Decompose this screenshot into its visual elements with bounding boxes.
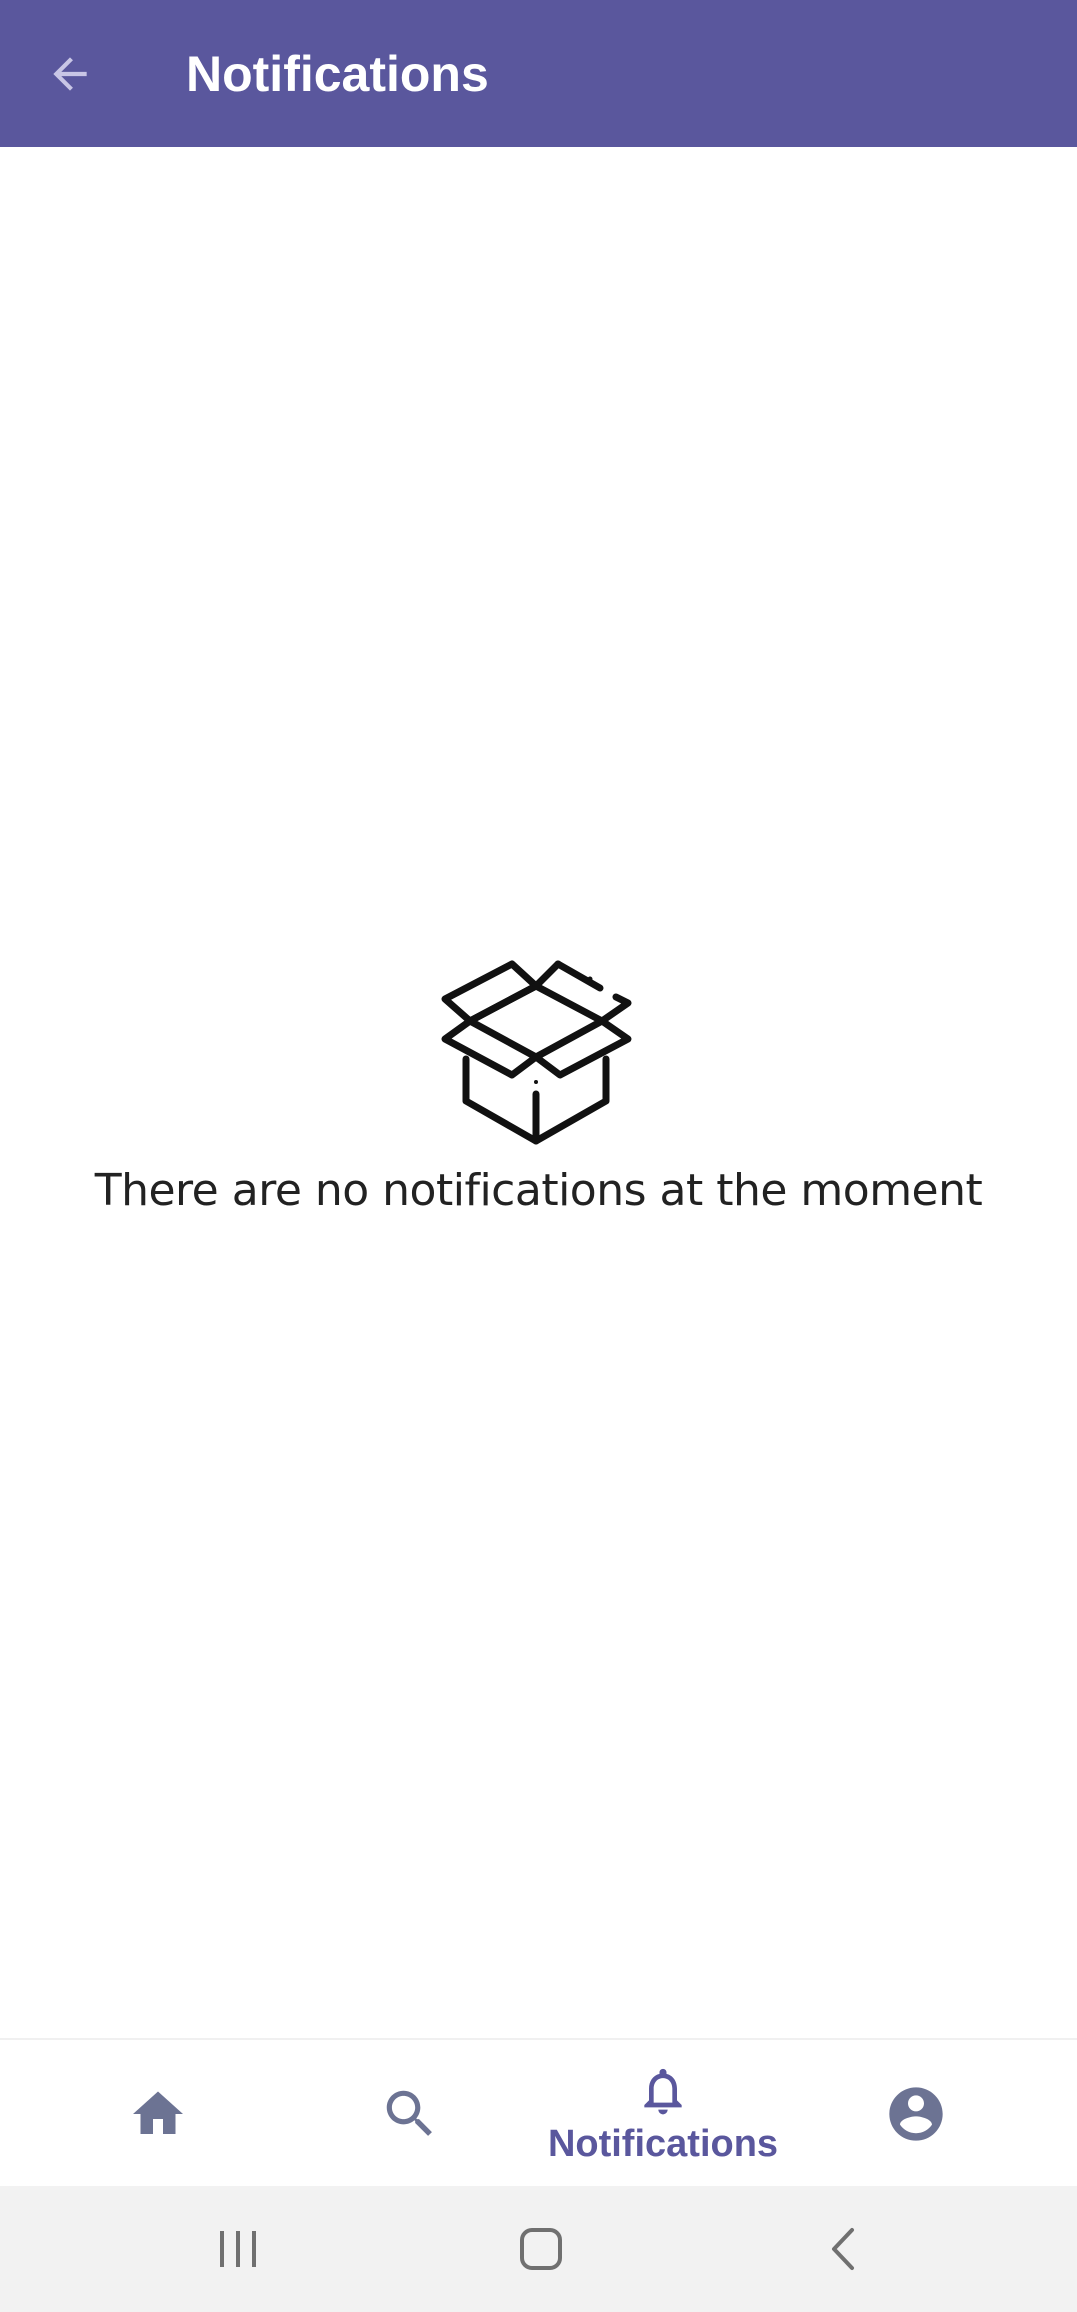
home-icon bbox=[133, 2091, 183, 2134]
page-title: Notifications bbox=[186, 45, 489, 102]
bottom-navigation: Notifications bbox=[0, 2038, 1077, 2186]
recents-icon bbox=[220, 2231, 256, 2267]
nav-profile[interactable] bbox=[816, 2040, 1016, 2188]
back-chevron-icon bbox=[832, 2228, 854, 2270]
search-icon bbox=[386, 2090, 432, 2136]
system-navigation-bar bbox=[0, 2186, 1077, 2312]
recents-button[interactable] bbox=[178, 2186, 298, 2312]
account-circle-icon bbox=[889, 2087, 943, 2141]
system-home-button[interactable] bbox=[481, 2186, 601, 2312]
nav-search[interactable] bbox=[310, 2040, 510, 2188]
app-bar: Notifications bbox=[0, 0, 1077, 147]
arrow-back-icon bbox=[53, 57, 87, 91]
back-button[interactable] bbox=[36, 40, 104, 108]
nav-notifications-label: Notifications bbox=[547, 2122, 779, 2165]
open-box-icon bbox=[441, 960, 632, 1145]
empty-state-message: There are no notifications at the moment bbox=[94, 1165, 983, 1216]
nav-home[interactable] bbox=[58, 2040, 258, 2188]
home-square-icon bbox=[520, 2228, 562, 2270]
bell-icon bbox=[644, 2068, 682, 2114]
nav-notifications[interactable]: Notifications bbox=[528, 2040, 798, 2188]
system-back-button[interactable] bbox=[784, 2186, 904, 2312]
notifications-content: There are no notifications at the moment bbox=[0, 147, 1077, 2038]
